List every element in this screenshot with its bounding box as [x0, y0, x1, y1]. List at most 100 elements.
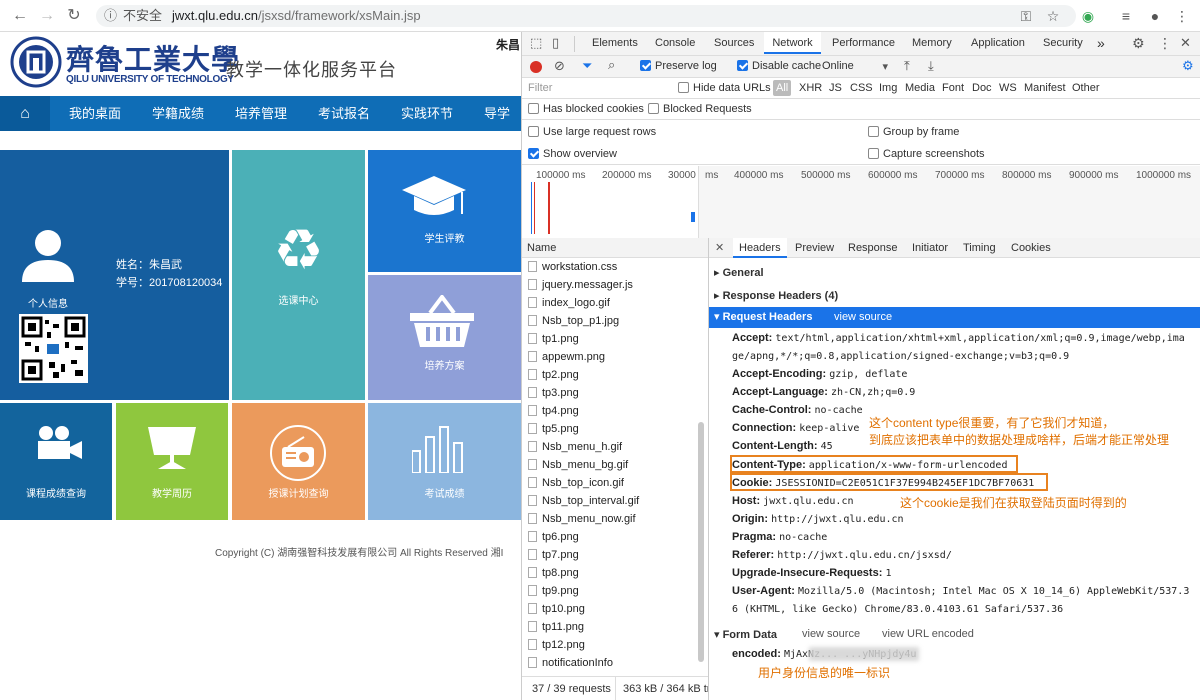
- request-row[interactable]: tp5.png: [522, 420, 708, 438]
- view-source-link[interactable]: view source: [834, 307, 892, 328]
- request-row[interactable]: appewm.png: [522, 348, 708, 366]
- tile-teaching-plan[interactable]: 授课计划查询: [232, 403, 365, 520]
- request-list-scrollbar[interactable]: [698, 422, 704, 662]
- request-row[interactable]: tp2.png: [522, 366, 708, 384]
- preserve-log-checkbox[interactable]: [640, 60, 651, 71]
- inspect-icon[interactable]: ⬚: [530, 32, 542, 54]
- tile-training-plan[interactable]: 培养方案: [368, 275, 521, 400]
- request-row[interactable]: workstation.css: [522, 258, 708, 276]
- key-icon[interactable]: ⚿: [1016, 6, 1036, 26]
- tab-headers[interactable]: Headers: [733, 238, 787, 258]
- view-url-encoded-link[interactable]: view URL encoded: [882, 628, 974, 640]
- capture-screenshots-option[interactable]: Capture screenshots: [868, 148, 985, 160]
- filter-type-media[interactable]: Media: [905, 82, 935, 94]
- tab-application[interactable]: Application: [971, 32, 1025, 54]
- more-tabs-icon[interactable]: »: [1097, 32, 1105, 54]
- tab-console[interactable]: Console: [655, 32, 695, 54]
- device-toggle-icon[interactable]: ▯: [552, 32, 559, 54]
- search-icon[interactable]: ⌕: [608, 57, 615, 73]
- tab-network[interactable]: Network: [764, 32, 821, 54]
- more-menu-icon[interactable]: ⋮: [1172, 6, 1192, 26]
- filter-type-img[interactable]: Img: [879, 82, 897, 94]
- address-bar[interactable]: ⓘ 不安全 jwxt.qlu.edu.cn/jsxsd/framework/xsMa…: [96, 5, 1076, 27]
- section-request-headers[interactable]: ▾ Request Headers view source: [709, 307, 1200, 328]
- filter-type-font[interactable]: Font: [942, 82, 964, 94]
- request-header-row[interactable]: Host: jwxt.qlu.edu.cn: [732, 495, 853, 507]
- filter-type-other[interactable]: Other: [1072, 82, 1100, 94]
- request-row[interactable]: notificationInfo: [522, 654, 708, 672]
- avatar[interactable]: ●: [1145, 6, 1165, 26]
- menu-item-training[interactable]: 培养管理: [235, 96, 287, 131]
- request-row[interactable]: tp8.png: [522, 564, 708, 582]
- tab-elements[interactable]: Elements: [592, 32, 638, 54]
- request-header-row[interactable]: Content-Length: 45: [732, 440, 833, 452]
- request-row[interactable]: tp12.png: [522, 636, 708, 654]
- close-detail-icon[interactable]: ✕: [715, 241, 724, 254]
- request-row[interactable]: Nsb_top_p1.jpg: [522, 312, 708, 330]
- request-header-row[interactable]: Referer: http://jwxt.qlu.edu.cn/jsxsd/: [732, 549, 952, 561]
- request-header-row[interactable]: Upgrade-Insecure-Requests: 1: [732, 567, 891, 579]
- request-row[interactable]: jquery.messager.js: [522, 276, 708, 294]
- request-row[interactable]: Nsb_top_icon.gif: [522, 474, 708, 492]
- disable-cache-checkbox[interactable]: [737, 60, 748, 71]
- export-icon[interactable]: ⤓: [928, 58, 934, 74]
- info-icon[interactable]: ⓘ: [104, 8, 117, 23]
- home-icon[interactable]: ⌂: [0, 96, 50, 131]
- request-row[interactable]: tp1.png: [522, 330, 708, 348]
- group-by-frame-option[interactable]: Group by frame: [868, 126, 959, 138]
- hide-data-urls-option[interactable]: Hide data URLs: [678, 82, 771, 94]
- tab-memory[interactable]: Memory: [912, 32, 952, 54]
- request-row[interactable]: Nsb_top_interval.gif: [522, 492, 708, 510]
- request-row[interactable]: tp6.png: [522, 528, 708, 546]
- blocked-requests-checkbox[interactable]: [648, 103, 659, 114]
- gear-icon[interactable]: ⚙: [1132, 32, 1145, 54]
- request-header-row[interactable]: Pragma: no-cache: [732, 531, 827, 543]
- extension-icon[interactable]: ◉: [1078, 6, 1098, 26]
- tile-exam-scores[interactable]: 考试成绩: [368, 403, 521, 520]
- large-rows-checkbox[interactable]: [528, 126, 539, 137]
- request-row[interactable]: tp4.png: [522, 402, 708, 420]
- request-row[interactable]: tp3.png: [522, 384, 708, 402]
- blocked-requests-option[interactable]: Blocked Requests: [648, 103, 752, 115]
- request-header-row[interactable]: User-Agent: Mozilla/5.0 (Macintosh; Inte…: [732, 585, 1189, 597]
- menu-item-desktop[interactable]: 我的桌面: [69, 96, 121, 131]
- large-rows-option[interactable]: Use large request rows: [528, 126, 656, 138]
- request-row[interactable]: tp7.png: [522, 546, 708, 564]
- request-header-row[interactable]: Connection: keep-alive: [732, 422, 859, 434]
- request-header-row[interactable]: Accept-Encoding: gzip, deflate: [732, 368, 907, 380]
- menu-item-grades[interactable]: 学籍成绩: [152, 96, 204, 131]
- user-name-top[interactable]: 朱昌: [496, 36, 520, 53]
- section-general[interactable]: ▸ General: [714, 266, 764, 279]
- menu-item-practice[interactable]: 实践环节: [401, 96, 453, 131]
- filter-type-css[interactable]: CSS: [850, 82, 873, 94]
- request-row[interactable]: tp10.png: [522, 600, 708, 618]
- filter-type-all[interactable]: All: [773, 80, 792, 96]
- request-header-row[interactable]: ge/apng,*/*;q=0.8,application/signed-exc…: [732, 350, 1069, 362]
- record-icon[interactable]: [530, 61, 542, 73]
- hide-data-urls-checkbox[interactable]: [678, 82, 689, 93]
- tile-weekly-calendar[interactable]: 教学周历: [116, 403, 228, 520]
- tab-preview[interactable]: Preview: [795, 242, 834, 254]
- tile-evaluation[interactable]: 学生评教: [368, 150, 521, 272]
- tile-personal-info[interactable]: 个人信息 姓名：朱昌武 学号：201708120034: [0, 150, 229, 400]
- filter-type-xhr[interactable]: XHR: [799, 82, 822, 94]
- form-view-source-link[interactable]: view source: [802, 628, 860, 640]
- request-header-row[interactable]: Accept: text/html,application/xhtml+xml,…: [732, 332, 1185, 344]
- request-row[interactable]: Nsb_menu_bg.gif: [522, 456, 708, 474]
- show-overview-option[interactable]: Show overview: [528, 148, 617, 160]
- section-form-data[interactable]: ▾ Form Data: [714, 628, 777, 641]
- preserve-log-option[interactable]: Preserve log: [640, 60, 717, 72]
- request-row[interactable]: Nsb_menu_h.gif: [522, 438, 708, 456]
- request-row[interactable]: Nsb_menu_now.gif: [522, 510, 708, 528]
- filter-icon[interactable]: ⏷: [582, 58, 592, 74]
- filter-type-manifest[interactable]: Manifest: [1024, 82, 1066, 94]
- tab-sources[interactable]: Sources: [714, 32, 754, 54]
- section-response-headers[interactable]: ▸ Response Headers (4): [714, 289, 838, 302]
- capture-screenshots-checkbox[interactable]: [868, 148, 879, 159]
- close-icon[interactable]: ✕: [1180, 32, 1191, 54]
- tab-security[interactable]: Security: [1043, 32, 1083, 54]
- star-icon[interactable]: ☆: [1043, 6, 1063, 26]
- tab-cookies[interactable]: Cookies: [1011, 242, 1051, 254]
- tile-course-selection[interactable]: ♻ 选课中心: [232, 150, 365, 400]
- tab-timing[interactable]: Timing: [963, 242, 996, 254]
